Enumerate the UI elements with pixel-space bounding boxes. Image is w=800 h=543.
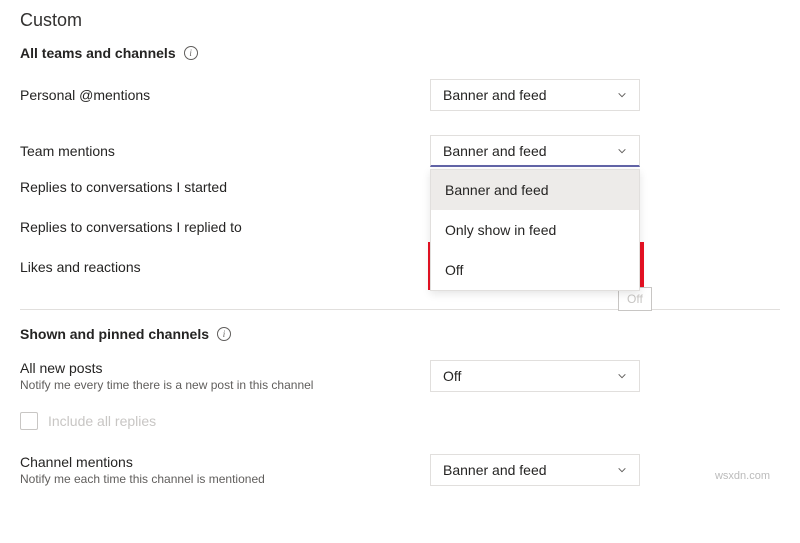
- dropdown-option-only-feed[interactable]: Only show in feed: [431, 210, 639, 250]
- label-replies-started: Replies to conversations I started: [20, 179, 430, 195]
- section-title: All teams and channels: [20, 45, 176, 61]
- label-replies-replied: Replies to conversations I replied to: [20, 219, 430, 235]
- row-team-mentions: Team mentions Banner and feed Banner and…: [20, 135, 780, 167]
- row-replies-replied: Replies to conversations I replied to: [20, 219, 780, 235]
- checkbox-include-replies[interactable]: [20, 412, 38, 430]
- chevron-down-icon: [617, 465, 627, 475]
- label-text: Channel mentions: [20, 454, 430, 470]
- dropdown-personal-mentions[interactable]: Banner and feed: [430, 79, 640, 111]
- info-icon[interactable]: i: [184, 46, 198, 60]
- label-team-mentions: Team mentions: [20, 143, 430, 159]
- dropdown-option-banner-feed[interactable]: Banner and feed: [431, 170, 639, 210]
- info-icon[interactable]: i: [217, 327, 231, 341]
- dropdown-option-off[interactable]: Off: [431, 250, 639, 290]
- row-channel-mentions: Channel mentions Notify me each time thi…: [20, 454, 780, 486]
- page-title: Custom: [20, 10, 780, 31]
- row-personal-mentions: Personal @mentions Banner and feed: [20, 79, 780, 111]
- dropdown-value: Banner and feed: [443, 87, 547, 103]
- label-personal-mentions: Personal @mentions: [20, 87, 430, 103]
- dropdown-team-mentions[interactable]: Banner and feed: [430, 135, 640, 167]
- row-likes-reactions: Likes and reactions: [20, 259, 780, 275]
- divider: [20, 309, 780, 310]
- label-text: All new posts: [20, 360, 430, 376]
- label-channel-mentions: Channel mentions Notify me each time thi…: [20, 454, 430, 486]
- dropdown-menu-team-mentions: Banner and feed Only show in feed Off: [430, 169, 640, 291]
- dropdown-value: Banner and feed: [443, 143, 547, 159]
- row-all-new-posts: All new posts Notify me every time there…: [20, 360, 780, 392]
- dropdown-value: Banner and feed: [443, 462, 547, 478]
- label-include-replies: Include all replies: [48, 413, 156, 429]
- label-sub: Notify me each time this channel is ment…: [20, 472, 430, 486]
- chevron-down-icon: [617, 371, 627, 381]
- section-all-teams-channels: All teams and channels i: [20, 45, 780, 61]
- row-include-replies: Include all replies: [20, 412, 780, 430]
- watermark: wsxdn.com: [715, 470, 770, 482]
- section-title: Shown and pinned channels: [20, 326, 209, 342]
- dropdown-channel-mentions[interactable]: Banner and feed: [430, 454, 640, 486]
- label-all-new-posts: All new posts Notify me every time there…: [20, 360, 430, 392]
- label-likes-reactions: Likes and reactions: [20, 259, 430, 275]
- row-replies-started: Replies to conversations I started: [20, 179, 780, 195]
- dropdown-all-new-posts[interactable]: Off: [430, 360, 640, 392]
- chevron-down-icon: [617, 90, 627, 100]
- chevron-down-icon: [617, 146, 627, 156]
- dropdown-value: Off: [443, 368, 461, 384]
- section-shown-pinned: Shown and pinned channels i: [20, 326, 780, 342]
- label-sub: Notify me every time there is a new post…: [20, 378, 430, 392]
